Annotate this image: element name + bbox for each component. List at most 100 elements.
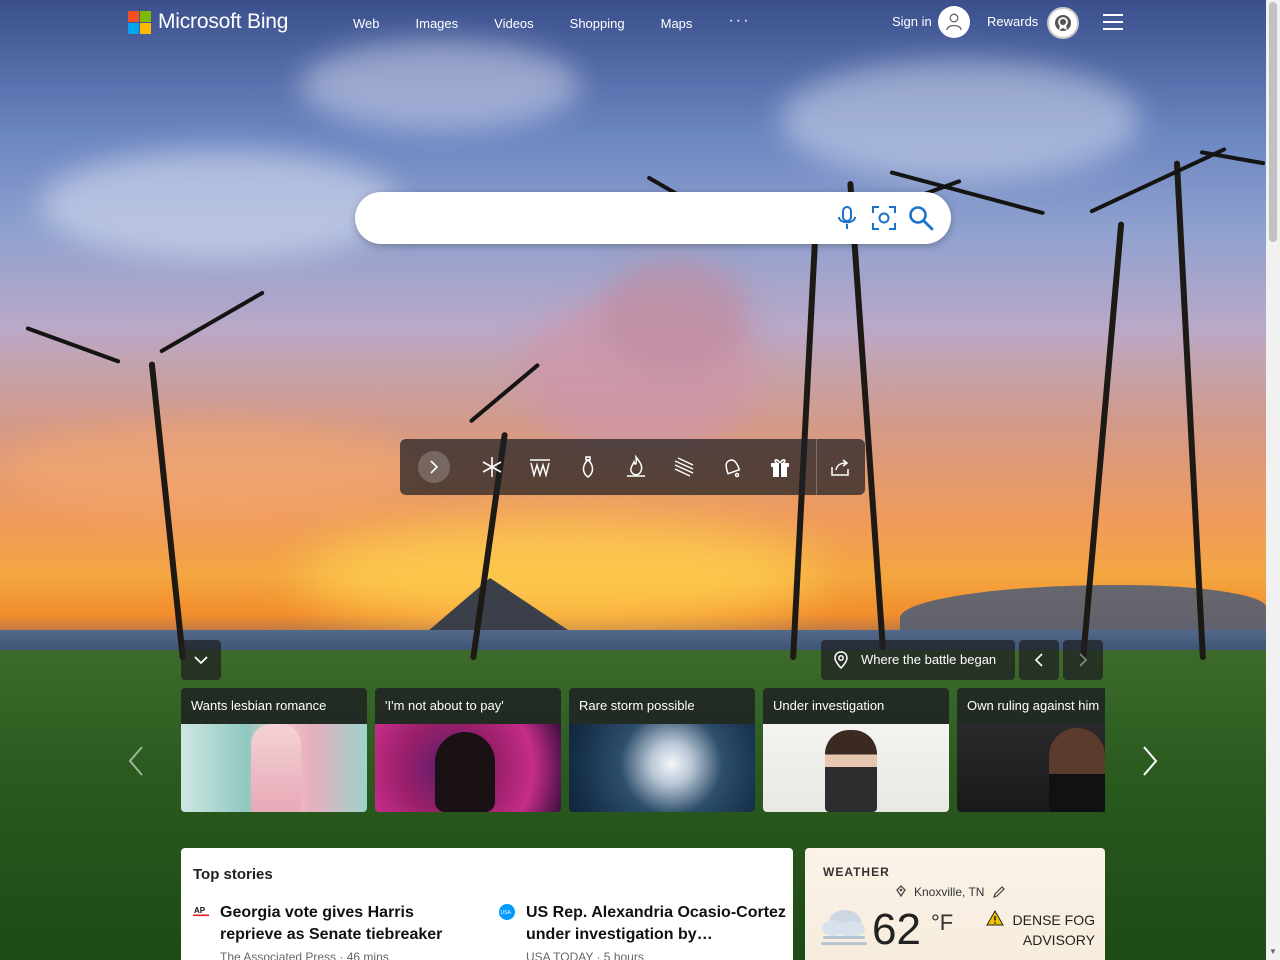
palm-frond (25, 325, 121, 364)
top-stories-panel: Top stories AP Georgia vote gives Harris… (181, 848, 793, 960)
card-figure (825, 730, 877, 812)
image-location-label: Where the battle began (861, 652, 997, 667)
story-meta: The Associated Press · 46 mins (220, 950, 389, 960)
toolbar-divider (816, 439, 817, 495)
card-thumbnail (957, 724, 1105, 812)
edit-pencil-icon[interactable] (992, 885, 1006, 899)
news-card[interactable]: Own ruling against him (957, 688, 1105, 812)
card-figure (251, 724, 301, 812)
cloud (600, 260, 750, 370)
image-location-button[interactable]: Where the battle began (821, 640, 1015, 680)
cloud (780, 60, 1140, 180)
nav-more-button[interactable]: ··· (710, 12, 768, 31)
card-title: Rare storm possible (579, 698, 695, 713)
carousel-prev-icon[interactable] (124, 745, 148, 777)
logo-text: Microsoft Bing (158, 10, 289, 33)
chevron-down-icon (194, 656, 208, 665)
microphone-icon[interactable] (834, 205, 860, 231)
top-header: Microsoft Bing Web Images Videos Shoppin… (0, 0, 1266, 46)
news-card[interactable]: Under investigation (763, 688, 949, 812)
avatar[interactable] (938, 6, 970, 38)
island-mountain (420, 578, 580, 638)
fire-icon[interactable] (624, 454, 648, 479)
card-figure (1049, 728, 1105, 812)
palm-frond (159, 290, 265, 354)
nav-images[interactable]: Images (398, 16, 477, 31)
top-stories-title: Top stories (193, 866, 273, 883)
chevron-left-icon (1034, 653, 1043, 667)
collapse-feed-button[interactable] (181, 640, 221, 680)
weather-alert-line1: DENSE FOG (1012, 912, 1095, 928)
ap-logo-icon: AP (193, 904, 209, 917)
card-thumbnail (181, 724, 367, 812)
svg-text:USA: USA (501, 910, 512, 916)
menu-icon[interactable] (1103, 14, 1123, 30)
sign-in-link[interactable]: Sign in (892, 14, 932, 29)
search-box[interactable] (355, 192, 951, 244)
image-toolbar (400, 439, 865, 495)
palm-trunk (1173, 160, 1206, 661)
search-icon[interactable] (908, 205, 934, 231)
weather-unit: °F (931, 910, 954, 935)
carousel-next-icon[interactable] (1138, 745, 1162, 777)
story-meta: USA TODAY · 5 hours (526, 950, 644, 960)
weather-alert-line2: ADVISORY (1022, 932, 1095, 948)
cloud (40, 150, 400, 260)
location-pin-icon (834, 651, 848, 669)
scrollbar-thumb[interactable] (1269, 2, 1277, 242)
nav-shopping[interactable]: Shopping (552, 16, 643, 31)
top-nav: Web Images Videos Shopping Maps ··· (335, 12, 768, 31)
ornament-icon[interactable] (576, 455, 600, 479)
bell-icon[interactable] (720, 455, 744, 479)
svg-text:AP: AP (194, 906, 206, 915)
user-icon (946, 13, 962, 31)
usa-today-logo-icon: USA (499, 904, 515, 920)
scroll-down-arrow-icon[interactable]: ▼ (1266, 944, 1280, 960)
card-title: 'I'm not about to pay' (385, 698, 504, 713)
nav-web[interactable]: Web (335, 16, 398, 31)
fog-cloud-icon (821, 910, 867, 945)
nav-maps[interactable]: Maps (643, 16, 711, 31)
chevron-right-icon (1079, 653, 1088, 667)
card-thumbnail (763, 724, 949, 812)
card-figure (435, 732, 495, 812)
news-card[interactable]: Wants lesbian romance (181, 688, 367, 812)
rewards-link[interactable]: Rewards (987, 14, 1038, 29)
cloud (300, 40, 580, 130)
rewards-medal-icon[interactable] (1047, 7, 1079, 39)
next-image-button[interactable] (1063, 640, 1103, 680)
weather-title: WEATHER (823, 865, 890, 879)
palm-trunk (847, 180, 886, 651)
share-icon[interactable] (828, 455, 852, 479)
news-card[interactable]: 'I'm not about to pay' (375, 688, 561, 812)
location-pin-icon (896, 885, 906, 897)
story-headline[interactable]: Georgia vote gives Harris reprieve as Se… (220, 902, 480, 946)
weather-location[interactable]: Knoxville, TN (914, 885, 984, 899)
card-thumbnail (569, 724, 755, 812)
bing-logo[interactable]: Microsoft Bing (128, 10, 288, 34)
microsoft-logo-icon (128, 10, 151, 34)
nav-videos[interactable]: Videos (476, 16, 552, 31)
page-scrollbar[interactable]: ▼ (1266, 0, 1280, 960)
snowflake-icon[interactable] (480, 455, 504, 479)
cloud (0, 420, 420, 520)
news-card[interactable]: Rare storm possible (569, 688, 755, 812)
expand-arrow-icon[interactable] (418, 451, 450, 483)
card-title: Under investigation (773, 698, 885, 713)
story-headline[interactable]: US Rep. Alexandria Ocasio-Cortez under i… (526, 902, 786, 946)
weather-temperature: 62 (872, 905, 921, 954)
card-title: Wants lesbian romance (191, 698, 327, 713)
previous-image-button[interactable] (1019, 640, 1059, 680)
palm-frond (1089, 146, 1227, 214)
weather-alert[interactable]: DENSE FOG ADVISORY (1005, 910, 1095, 950)
warning-icon (986, 910, 1004, 926)
card-title: Own ruling against him (967, 698, 1100, 713)
wind-icon[interactable] (672, 455, 696, 479)
news-carousel: Wants lesbian romance 'I'm not about to … (181, 688, 1105, 812)
weather-panel[interactable]: WEATHER Knoxville, TN 62 °F DENSE FOG AD… (805, 848, 1105, 960)
gift-icon[interactable] (768, 455, 792, 479)
visual-search-icon[interactable] (871, 205, 897, 231)
card-thumbnail (375, 724, 561, 812)
search-input[interactable] (371, 206, 821, 230)
wave-icon[interactable] (528, 455, 552, 479)
